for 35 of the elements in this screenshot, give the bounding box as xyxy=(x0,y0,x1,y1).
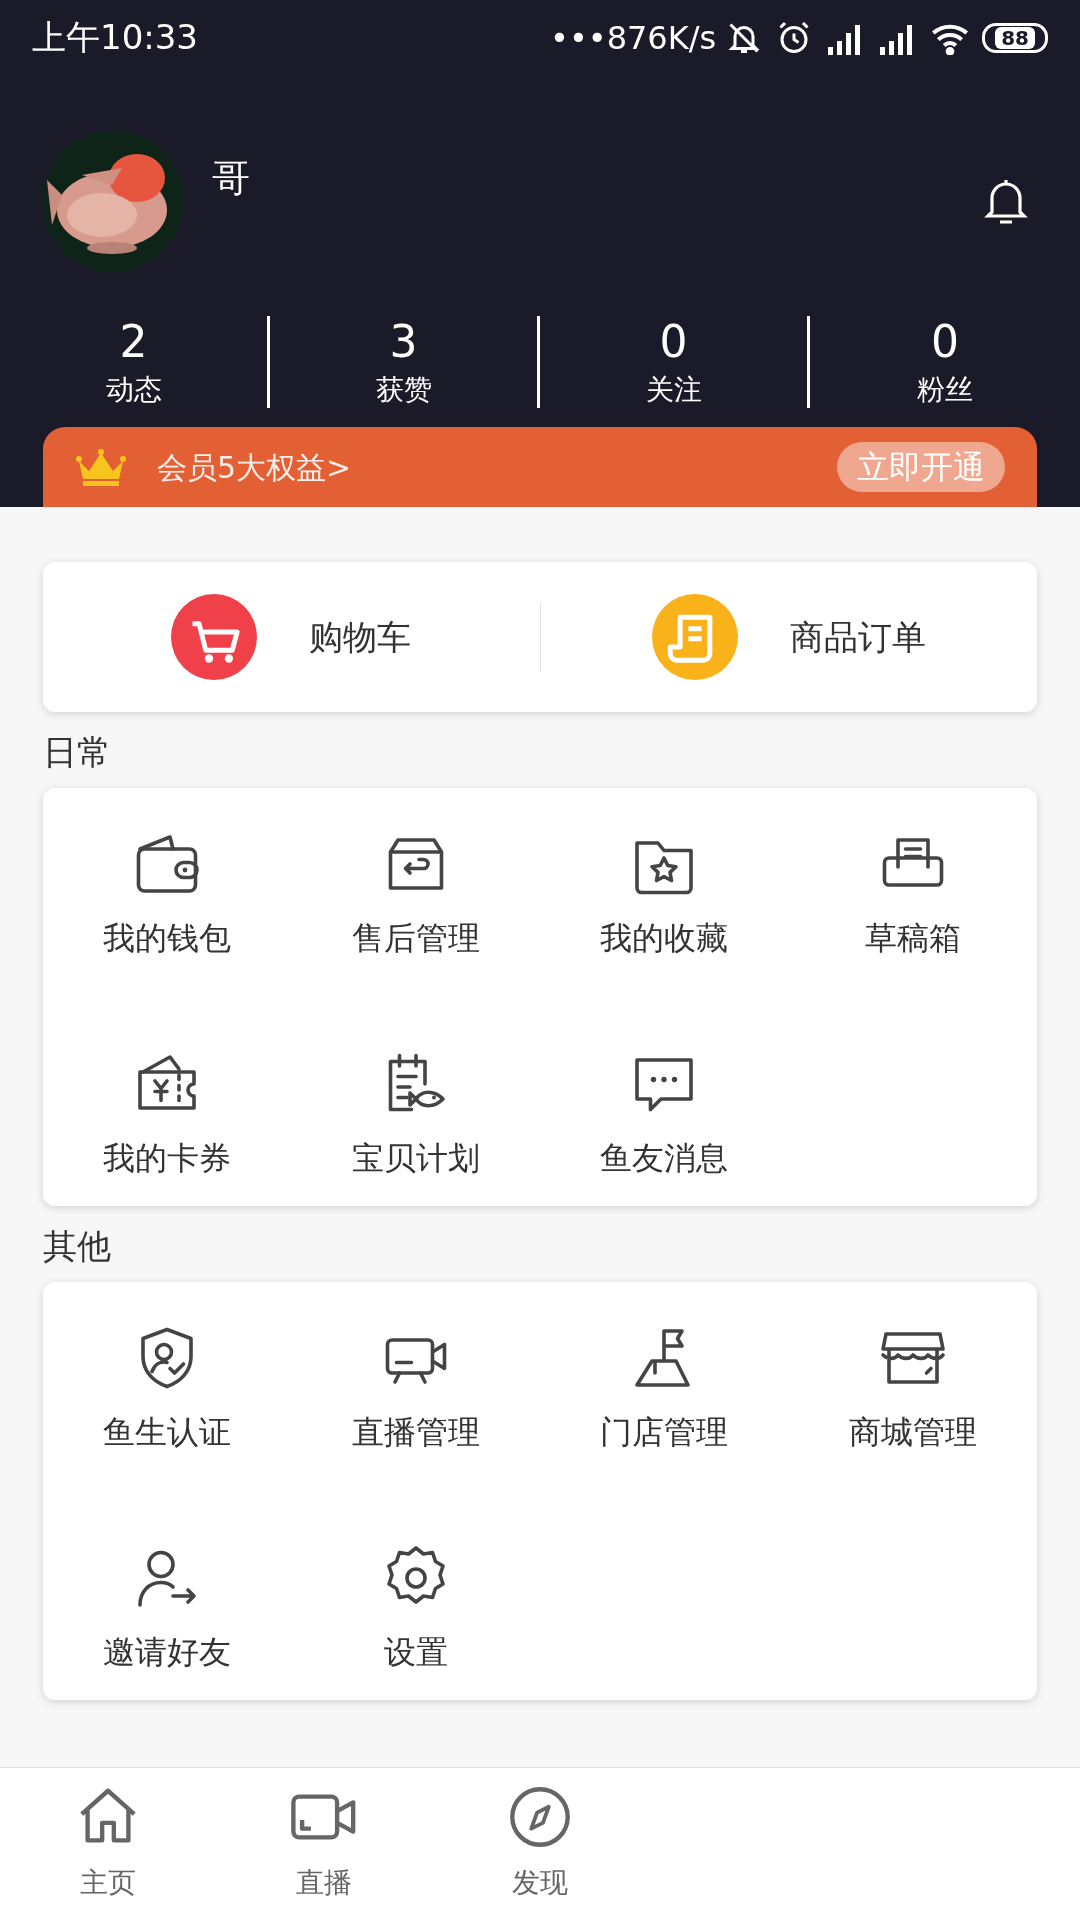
crown-icon xyxy=(75,447,127,487)
stat-count[interactable]: 0 xyxy=(931,316,959,368)
shop-link[interactable]: 商品订单 xyxy=(789,611,926,663)
status-time: 上午10:33 xyxy=(32,16,198,59)
tab-bar-item[interactable]: 直播 xyxy=(216,1768,432,1920)
stat-label[interactable]: 关注 xyxy=(645,372,702,408)
menu-item-label[interactable]: 直播管理 xyxy=(351,1412,480,1452)
menu-item-label[interactable]: 门店管理 xyxy=(600,1412,729,1452)
stat-label[interactable]: 动态 xyxy=(105,372,162,408)
menu-item-label[interactable]: 草稿箱 xyxy=(864,918,961,958)
section-title: 日常 xyxy=(43,731,112,774)
stat-count[interactable]: 2 xyxy=(119,316,148,368)
menu-item-label[interactable]: 我的卡券 xyxy=(103,1138,232,1178)
menu-item-label[interactable]: 宝贝计划 xyxy=(351,1138,480,1178)
menu-item-label[interactable]: 商城管理 xyxy=(848,1412,977,1452)
network-speed: •••876K/s xyxy=(550,17,717,59)
stat-label[interactable]: 粉丝 xyxy=(917,372,973,408)
vip-benefits-text: 会员5大权益> xyxy=(157,448,352,487)
shop-link[interactable]: 购物车 xyxy=(309,611,412,663)
menu-item-label[interactable]: 我的钱包 xyxy=(103,918,232,958)
menu-item-label[interactable]: 鱼友消息 xyxy=(600,1138,729,1178)
menu-item-label[interactable]: 售后管理 xyxy=(351,918,480,958)
user-name: 哥 xyxy=(212,155,250,202)
tab-bar-item[interactable]: 发现 xyxy=(432,1768,648,1920)
menu-item-label[interactable]: 邀请好友 xyxy=(103,1632,232,1672)
section-title: 其他 xyxy=(43,1225,112,1268)
cart-icon[interactable] xyxy=(171,594,258,680)
menu-item-label[interactable]: 鱼生认证 xyxy=(103,1412,232,1452)
battery-indicator: 88 xyxy=(982,22,1048,53)
tab-bar-item[interactable]: 主页 xyxy=(0,1768,216,1920)
stat-label[interactable]: 获赞 xyxy=(375,372,432,408)
stat-count[interactable]: 0 xyxy=(659,316,688,368)
menu-item-label[interactable]: 我的收藏 xyxy=(600,918,729,958)
stat-count[interactable]: 3 xyxy=(389,316,418,368)
menu-item-label[interactable]: 设置 xyxy=(383,1632,448,1672)
